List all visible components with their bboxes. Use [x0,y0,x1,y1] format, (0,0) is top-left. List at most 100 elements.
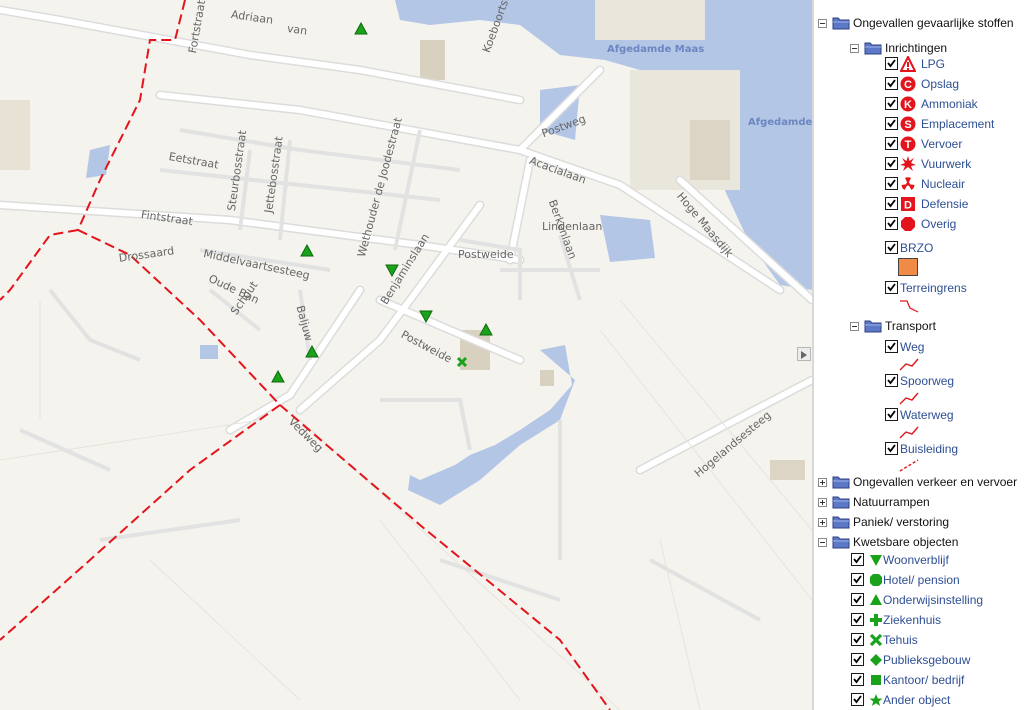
vervoer-t-icon: T [900,136,916,152]
group-label: Ongevallen verkeer en vervoer [853,475,1018,489]
layer-checkbox[interactable] [885,340,898,353]
expand-toggle-icon[interactable] [818,478,827,487]
layer-checkbox[interactable] [885,77,898,90]
layer-checkbox[interactable] [851,653,864,666]
group-label: Natuurrampen [853,495,930,509]
layer-label: Onderwijsinstelling [883,593,984,607]
woonverblijf-marker[interactable] [385,263,399,277]
collapse-toggle-icon[interactable] [850,44,859,53]
tehuis-marker[interactable] [455,355,469,369]
collapse-toggle-icon[interactable] [818,538,827,547]
layer-label: Hotel/ pension [883,573,960,587]
layer-checkbox[interactable] [851,673,864,686]
collapse-toggle-icon[interactable] [818,19,827,28]
layer-label: Overig [921,217,957,231]
square-icon [871,675,881,685]
svg-text:S: S [904,119,911,131]
group-kwetsbare-objecten[interactable]: Kwetsbare objecten [818,534,1030,550]
checkmark-icon [887,342,896,351]
group-transport[interactable]: Transport [850,318,1030,334]
layer-checkbox[interactable] [885,217,898,230]
legend-panel: Ongevallen gevaarlijke stoffen Inrichtin… [814,0,1030,710]
layer-checkbox[interactable] [885,177,898,190]
collapse-legend-button[interactable] [797,347,811,361]
layer-checkbox[interactable] [885,57,898,70]
layer-label: Ander object [883,693,951,707]
layer-label: Tehuis [883,633,918,647]
folder-icon [832,536,850,549]
checkmark-icon [887,199,896,208]
layer-label: LPG [921,57,946,71]
onderwijsinstelling-marker[interactable] [300,244,314,258]
emplacement-s-icon: S [900,116,916,132]
layer-checkbox[interactable] [885,157,898,170]
expand-toggle-icon[interactable] [818,518,827,527]
map-view[interactable]: Adriaan van Fortstraat Koeboortstraat Po… [0,0,812,710]
layer-checkbox[interactable] [851,553,864,566]
layer-checkbox[interactable] [851,573,864,586]
folder-icon [864,42,882,55]
onderwijsinstelling-marker[interactable] [354,22,368,36]
woonverblijf-marker[interactable] [419,309,433,323]
water-label: Afgedamde Maas [607,44,705,55]
collapse-toggle-icon[interactable] [850,322,859,331]
onderwijsinstelling-marker[interactable] [479,323,493,337]
layer-label: BRZO [900,241,934,255]
layer-checkbox[interactable] [851,613,864,626]
group-label: Kwetsbare objecten [853,535,959,549]
layer-checkbox[interactable] [885,442,898,455]
waterweg-line-icon [899,426,919,439]
layer-label: Kantoor/ bedrijf [883,673,965,687]
water-label: Afgedamde [748,117,812,128]
layer-checkbox[interactable] [851,693,864,706]
layer-label: Terreingrens [900,281,967,295]
layer-label: Nucleair [921,177,966,191]
layer-label: Ziekenhuis [883,613,942,627]
onderwijsinstelling-marker[interactable] [271,370,285,384]
checkmark-icon [853,675,862,684]
buisleiding-line-icon [899,459,919,472]
layer-checkbox[interactable] [851,593,864,606]
layer-label: Buisleiding [900,442,959,456]
vuurwerk-explosion-icon [900,156,916,171]
layer-checkbox[interactable] [885,241,898,254]
layer-checkbox[interactable] [885,197,898,210]
group-inrichtingen[interactable]: Inrichtingen [850,40,1030,56]
folder-icon [832,476,850,489]
checkmark-icon [853,655,862,664]
folder-icon [832,17,850,30]
street-label: Lindenlaan [542,220,603,233]
checkmark-icon [887,79,896,88]
checkmark-icon [887,219,896,228]
layer-checkbox[interactable] [885,408,898,421]
layer-checkbox[interactable] [851,633,864,646]
layer-label: Opslag [921,77,960,91]
checkmark-icon [887,243,896,252]
group-label: Paniek/ verstoring [853,515,950,529]
checkmark-icon [887,283,896,292]
layer-checkbox[interactable] [885,281,898,294]
group-natuurrampen[interactable]: Natuurrampen [818,494,1030,510]
checkmark-icon [887,179,896,188]
layer-checkbox[interactable] [885,97,898,110]
checkmark-icon [887,444,896,453]
layer-checkbox[interactable] [885,374,898,387]
checkmark-icon [887,376,896,385]
checkmark-icon [853,635,862,644]
group-gevaarlijke-stoffen[interactable]: Ongevallen gevaarlijke stoffen [818,15,1028,31]
checkmark-icon [853,555,862,564]
overig-octagon-icon [901,217,915,231]
layer-checkbox[interactable] [885,137,898,150]
checkmark-icon [853,615,862,624]
folder-icon [864,320,882,333]
onderwijsinstelling-marker[interactable] [305,345,319,359]
group-label: Inrichtingen [885,41,948,55]
group-verkeer-vervoer[interactable]: Ongevallen verkeer en vervoer [818,474,1030,490]
svg-text:C: C [904,79,912,91]
checkmark-icon [853,575,862,584]
layer-checkbox[interactable] [885,117,898,130]
group-paniek-verstoring[interactable]: Paniek/ verstoring [818,514,1030,530]
layer-label: Woonverblijf [883,553,949,567]
layer-label: Waterweg [900,408,954,422]
expand-toggle-icon[interactable] [818,498,827,507]
